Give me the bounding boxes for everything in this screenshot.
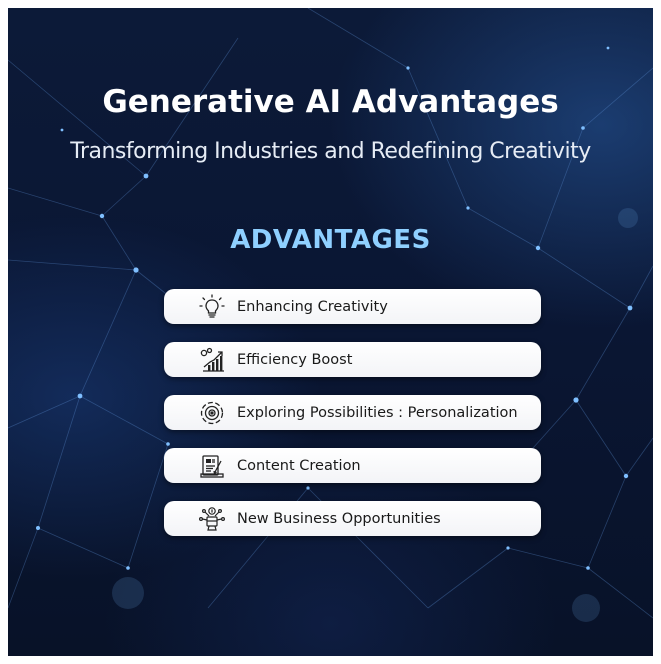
advantage-card-new-business-opportunities[interactable]: New Business Opportunities xyxy=(164,501,541,536)
advantages-list: Enhancing Creativity Efficiency Boost Ex… xyxy=(164,289,541,554)
document-pen-icon xyxy=(194,452,230,480)
advantage-card-content-creation[interactable]: Content Creation xyxy=(164,448,541,483)
network-money-icon xyxy=(194,505,230,533)
advantage-label: Enhancing Creativity xyxy=(237,298,388,315)
poster: Generative AI Advantages Transforming In… xyxy=(8,8,653,656)
lightbulb-icon xyxy=(194,293,230,321)
advantage-label: Content Creation xyxy=(237,457,361,474)
advantage-label: Exploring Possibilities : Personalizatio… xyxy=(237,404,518,421)
section-heading: ADVANTAGES xyxy=(230,225,431,255)
advantage-label: New Business Opportunities xyxy=(237,510,441,527)
gears-chart-icon xyxy=(194,346,230,374)
advantage-card-enhancing-creativity[interactable]: Enhancing Creativity xyxy=(164,289,541,324)
advantage-card-exploring-possibilities[interactable]: Exploring Possibilities : Personalizatio… xyxy=(164,395,541,430)
advantage-label: Efficiency Boost xyxy=(237,351,353,368)
page-title: Generative AI Advantages xyxy=(102,84,559,120)
page-subtitle: Transforming Industries and Redefining C… xyxy=(70,139,591,164)
target-circle-icon xyxy=(194,399,230,427)
advantage-card-efficiency-boost[interactable]: Efficiency Boost xyxy=(164,342,541,377)
